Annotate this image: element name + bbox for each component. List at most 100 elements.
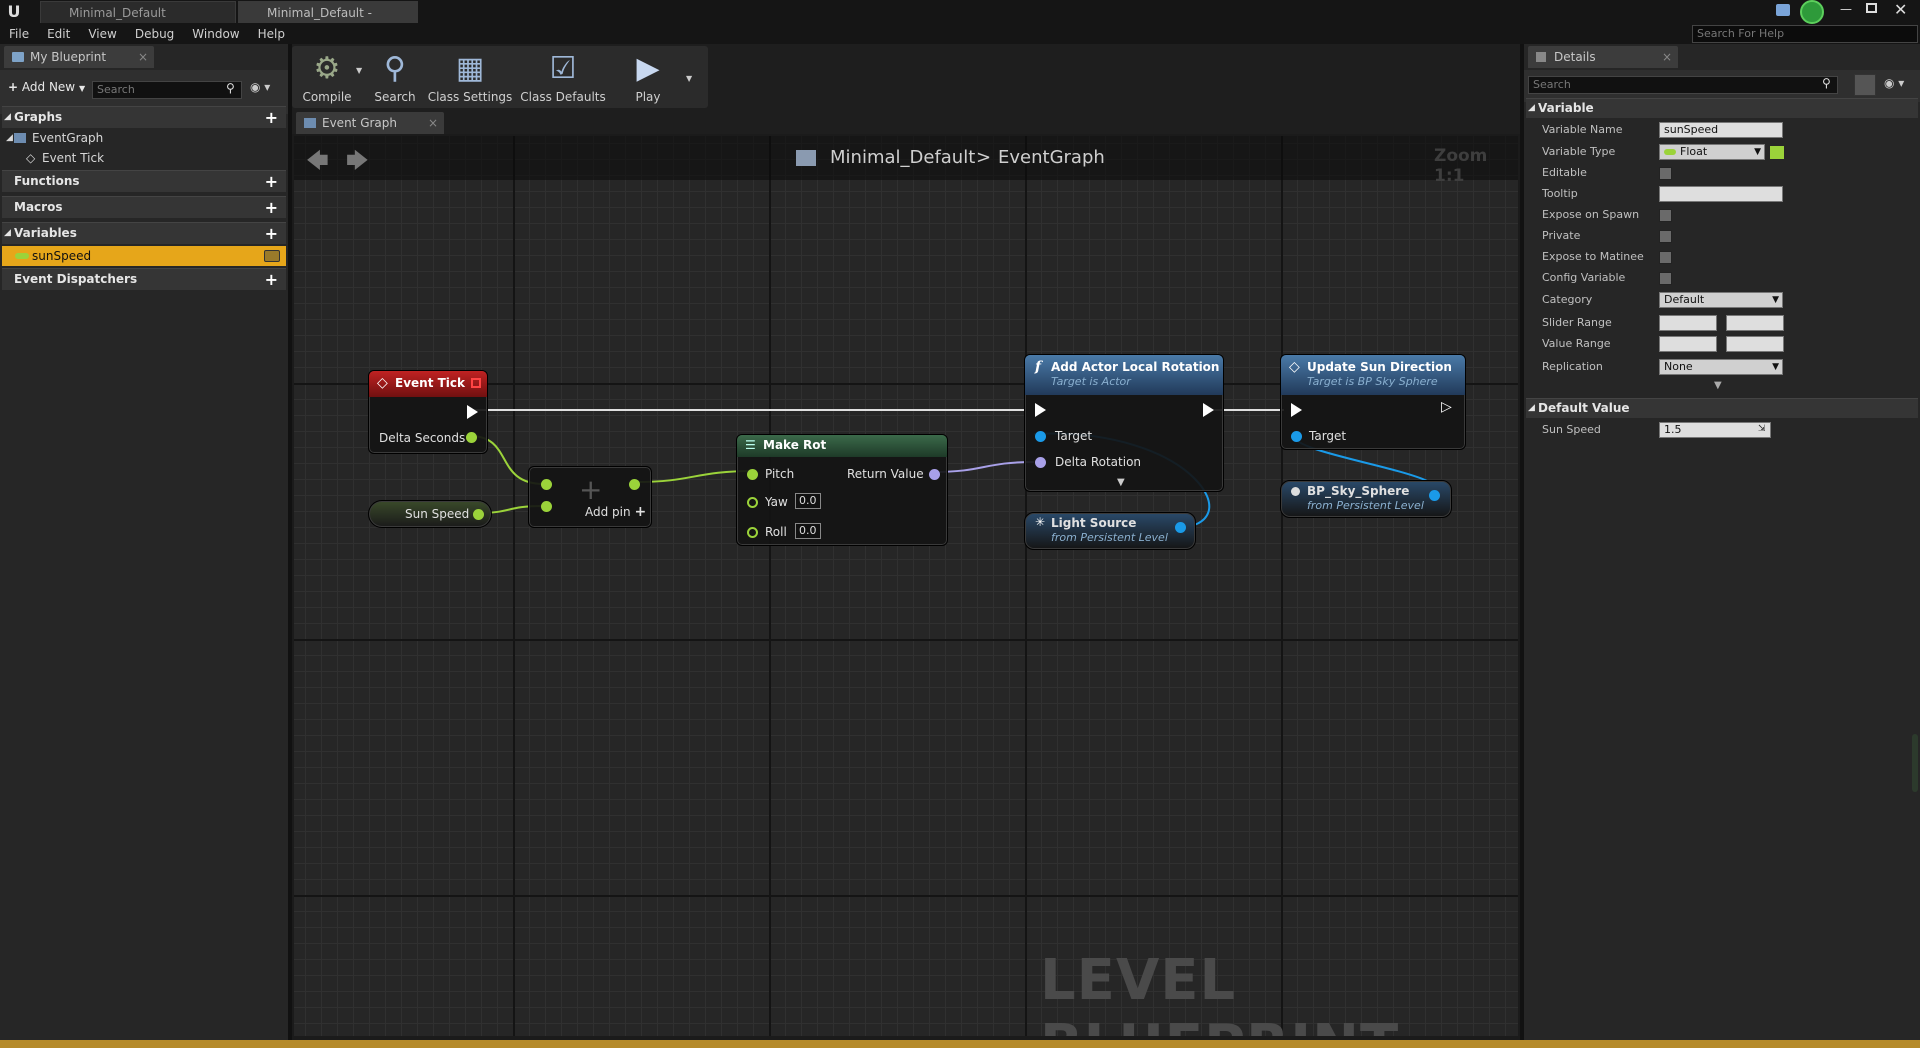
target-in-pin[interactable] <box>1291 431 1302 442</box>
help-search-input[interactable]: Search For Help <box>1692 25 1918 43</box>
variable-item-sunspeed[interactable]: sunSpeed <box>2 246 286 266</box>
float-in-pin-b[interactable] <box>541 501 552 512</box>
menu-debug[interactable]: Debug <box>126 24 183 44</box>
menu-file[interactable]: File <box>0 24 38 44</box>
add-new-button[interactable]: + Add New ▼ <box>8 80 85 94</box>
details-tab[interactable]: Details × <box>1528 46 1678 68</box>
event-dispatchers-section[interactable]: Event Dispatchers + <box>2 268 286 290</box>
node-bp-sky-sphere[interactable]: BP_Sky_Sphere from Persistent Level <box>1280 480 1452 518</box>
add-function-icon[interactable]: + <box>265 171 278 192</box>
float-out-pin[interactable] <box>466 432 477 443</box>
play-button[interactable]: ▶ Play <box>622 46 674 108</box>
add-pin-button[interactable]: Add pin + <box>585 505 646 519</box>
node-sun-speed[interactable]: Sun Speed <box>368 500 492 528</box>
drag-value-icon[interactable]: ⇲ <box>1758 424 1766 434</box>
config-variable-checkbox[interactable] <box>1659 272 1672 285</box>
view-options-icon[interactable]: ◉ ▾ <box>1884 76 1904 90</box>
property-matrix-icon[interactable] <box>1854 74 1876 96</box>
close-tab-icon[interactable]: × <box>1662 46 1672 68</box>
view-options-icon[interactable]: ◉ ▾ <box>250 80 270 94</box>
value-range-min-input[interactable] <box>1659 336 1717 352</box>
expose-to-matinee-checkbox[interactable] <box>1659 251 1672 264</box>
add-dispatcher-icon[interactable]: + <box>265 269 278 290</box>
menu-edit[interactable]: Edit <box>38 24 79 44</box>
float-out-pin[interactable] <box>473 509 484 520</box>
blueprint-search-input[interactable]: Search <box>92 81 242 99</box>
macros-section[interactable]: Macros + <box>2 196 286 218</box>
add-macro-icon[interactable]: + <box>265 197 278 218</box>
minimize-icon[interactable]: — <box>1840 2 1852 16</box>
menu-help[interactable]: Help <box>249 24 294 44</box>
graphs-section[interactable]: ◢ Graphs + <box>2 106 286 128</box>
default-value-section[interactable]: ◢ Default Value <box>1526 398 1918 418</box>
sun-speed-default-input[interactable]: 1.5 <box>1659 422 1771 438</box>
add-variable-icon[interactable]: + <box>265 223 278 244</box>
object-out-pin[interactable] <box>1429 490 1440 501</box>
class-defaults-button[interactable]: ☑ Class Defaults <box>518 46 608 108</box>
yaw-in-pin[interactable] <box>747 497 758 508</box>
exec-in-pin[interactable] <box>1291 403 1302 417</box>
left-splitter[interactable] <box>288 44 292 1040</box>
exec-out-pin[interactable] <box>1203 403 1214 417</box>
node-light-source[interactable]: ✳ Light Source from Persistent Level <box>1024 512 1196 550</box>
my-blueprint-tab[interactable]: My Blueprint × <box>4 46 154 68</box>
rotation-in-pin[interactable] <box>1035 457 1046 468</box>
slider-range-max-input[interactable] <box>1726 315 1784 331</box>
graph-canvas[interactable]: 🡄 🡆 Minimal_Default > EventGraph Zoom 1:… <box>294 136 1518 1036</box>
compile-button[interactable]: ⚙ Compile <box>294 46 360 108</box>
editable-checkbox[interactable] <box>1659 167 1672 180</box>
search-button[interactable]: ⚲ Search <box>370 46 420 108</box>
node-update-sun-direction[interactable]: ◇ Update Sun Direction Target is BP Sky … <box>1280 354 1466 450</box>
functions-section[interactable]: Functions + <box>2 170 286 192</box>
play-options-icon[interactable]: ▼ <box>686 74 692 83</box>
event-delegate-icon[interactable] <box>471 378 481 388</box>
category-dropdown[interactable]: Default ▼ <box>1659 292 1783 308</box>
tooltip-input[interactable] <box>1659 186 1783 202</box>
source-control-icon[interactable] <box>1800 0 1824 24</box>
exec-in-pin[interactable] <box>1035 403 1046 417</box>
yaw-value-input[interactable]: 0.0 <box>795 493 821 509</box>
graph-item-event-tick[interactable]: ◇ Event Tick <box>2 148 286 168</box>
restore-icon[interactable] <box>1866 3 1877 13</box>
object-out-pin[interactable] <box>1175 522 1186 533</box>
node-add-float[interactable]: + Add pin + <box>528 466 652 528</box>
exec-out-pin[interactable] <box>467 405 478 419</box>
doc-tab-level-blueprint[interactable]: Minimal_Default - Level Bl <box>238 1 418 42</box>
value-range-max-input[interactable] <box>1726 336 1784 352</box>
expose-on-spawn-checkbox[interactable] <box>1659 209 1672 222</box>
variables-section[interactable]: ◢ Variables + <box>2 222 286 244</box>
node-event-tick[interactable]: ◇ Event Tick Delta Seconds <box>368 370 488 454</box>
add-graph-icon[interactable]: + <box>265 107 278 128</box>
replication-dropdown[interactable]: None ▼ <box>1659 359 1783 375</box>
unreal-logo-icon[interactable]: U <box>4 2 24 22</box>
details-search-input[interactable]: Search <box>1528 76 1838 94</box>
menu-view[interactable]: View <box>79 24 125 44</box>
class-settings-button[interactable]: ▦ Class Settings <box>426 46 514 108</box>
close-tab-icon[interactable]: × <box>428 112 438 134</box>
expand-node-icon[interactable]: ▼ <box>1117 477 1125 488</box>
event-graph-tab[interactable]: Event Graph × <box>296 112 444 134</box>
variable-name-input[interactable]: sunSpeed <box>1659 122 1783 138</box>
slider-range-min-input[interactable] <box>1659 315 1717 331</box>
roll-value-input[interactable]: 0.0 <box>795 523 821 539</box>
variable-type-dropdown[interactable]: Float ▼ <box>1659 144 1765 160</box>
float-in-pin-a[interactable] <box>541 479 552 490</box>
close-tab-icon[interactable]: × <box>138 46 148 68</box>
rotator-out-pin[interactable] <box>929 469 940 480</box>
roll-in-pin[interactable] <box>747 527 758 538</box>
chat-icon[interactable] <box>1776 4 1790 16</box>
variable-section[interactable]: ◢ Variable <box>1526 98 1918 118</box>
graph-item-eventgraph[interactable]: ◢ EventGraph <box>2 128 286 148</box>
doc-tab-minimal-default[interactable]: Minimal_Default <box>40 1 236 23</box>
target-in-pin[interactable] <box>1035 431 1046 442</box>
private-checkbox[interactable] <box>1659 230 1672 243</box>
container-type-icon[interactable] <box>1770 146 1784 159</box>
exec-out-hollow-icon[interactable]: ▷ <box>1441 399 1452 415</box>
node-make-rot[interactable]: ☰ Make Rot Pitch Yaw 0.0 Roll 0.0 Return… <box>736 434 948 546</box>
scroll-indicator[interactable] <box>1912 734 1918 792</box>
menu-window[interactable]: Window <box>183 24 248 44</box>
pitch-in-pin[interactable] <box>747 469 758 480</box>
advanced-expand-icon[interactable]: ▼ <box>1714 380 1722 391</box>
node-add-actor-local-rotation[interactable]: f Add Actor Local Rotation Target is Act… <box>1024 354 1224 492</box>
float-out-pin[interactable] <box>629 479 640 490</box>
